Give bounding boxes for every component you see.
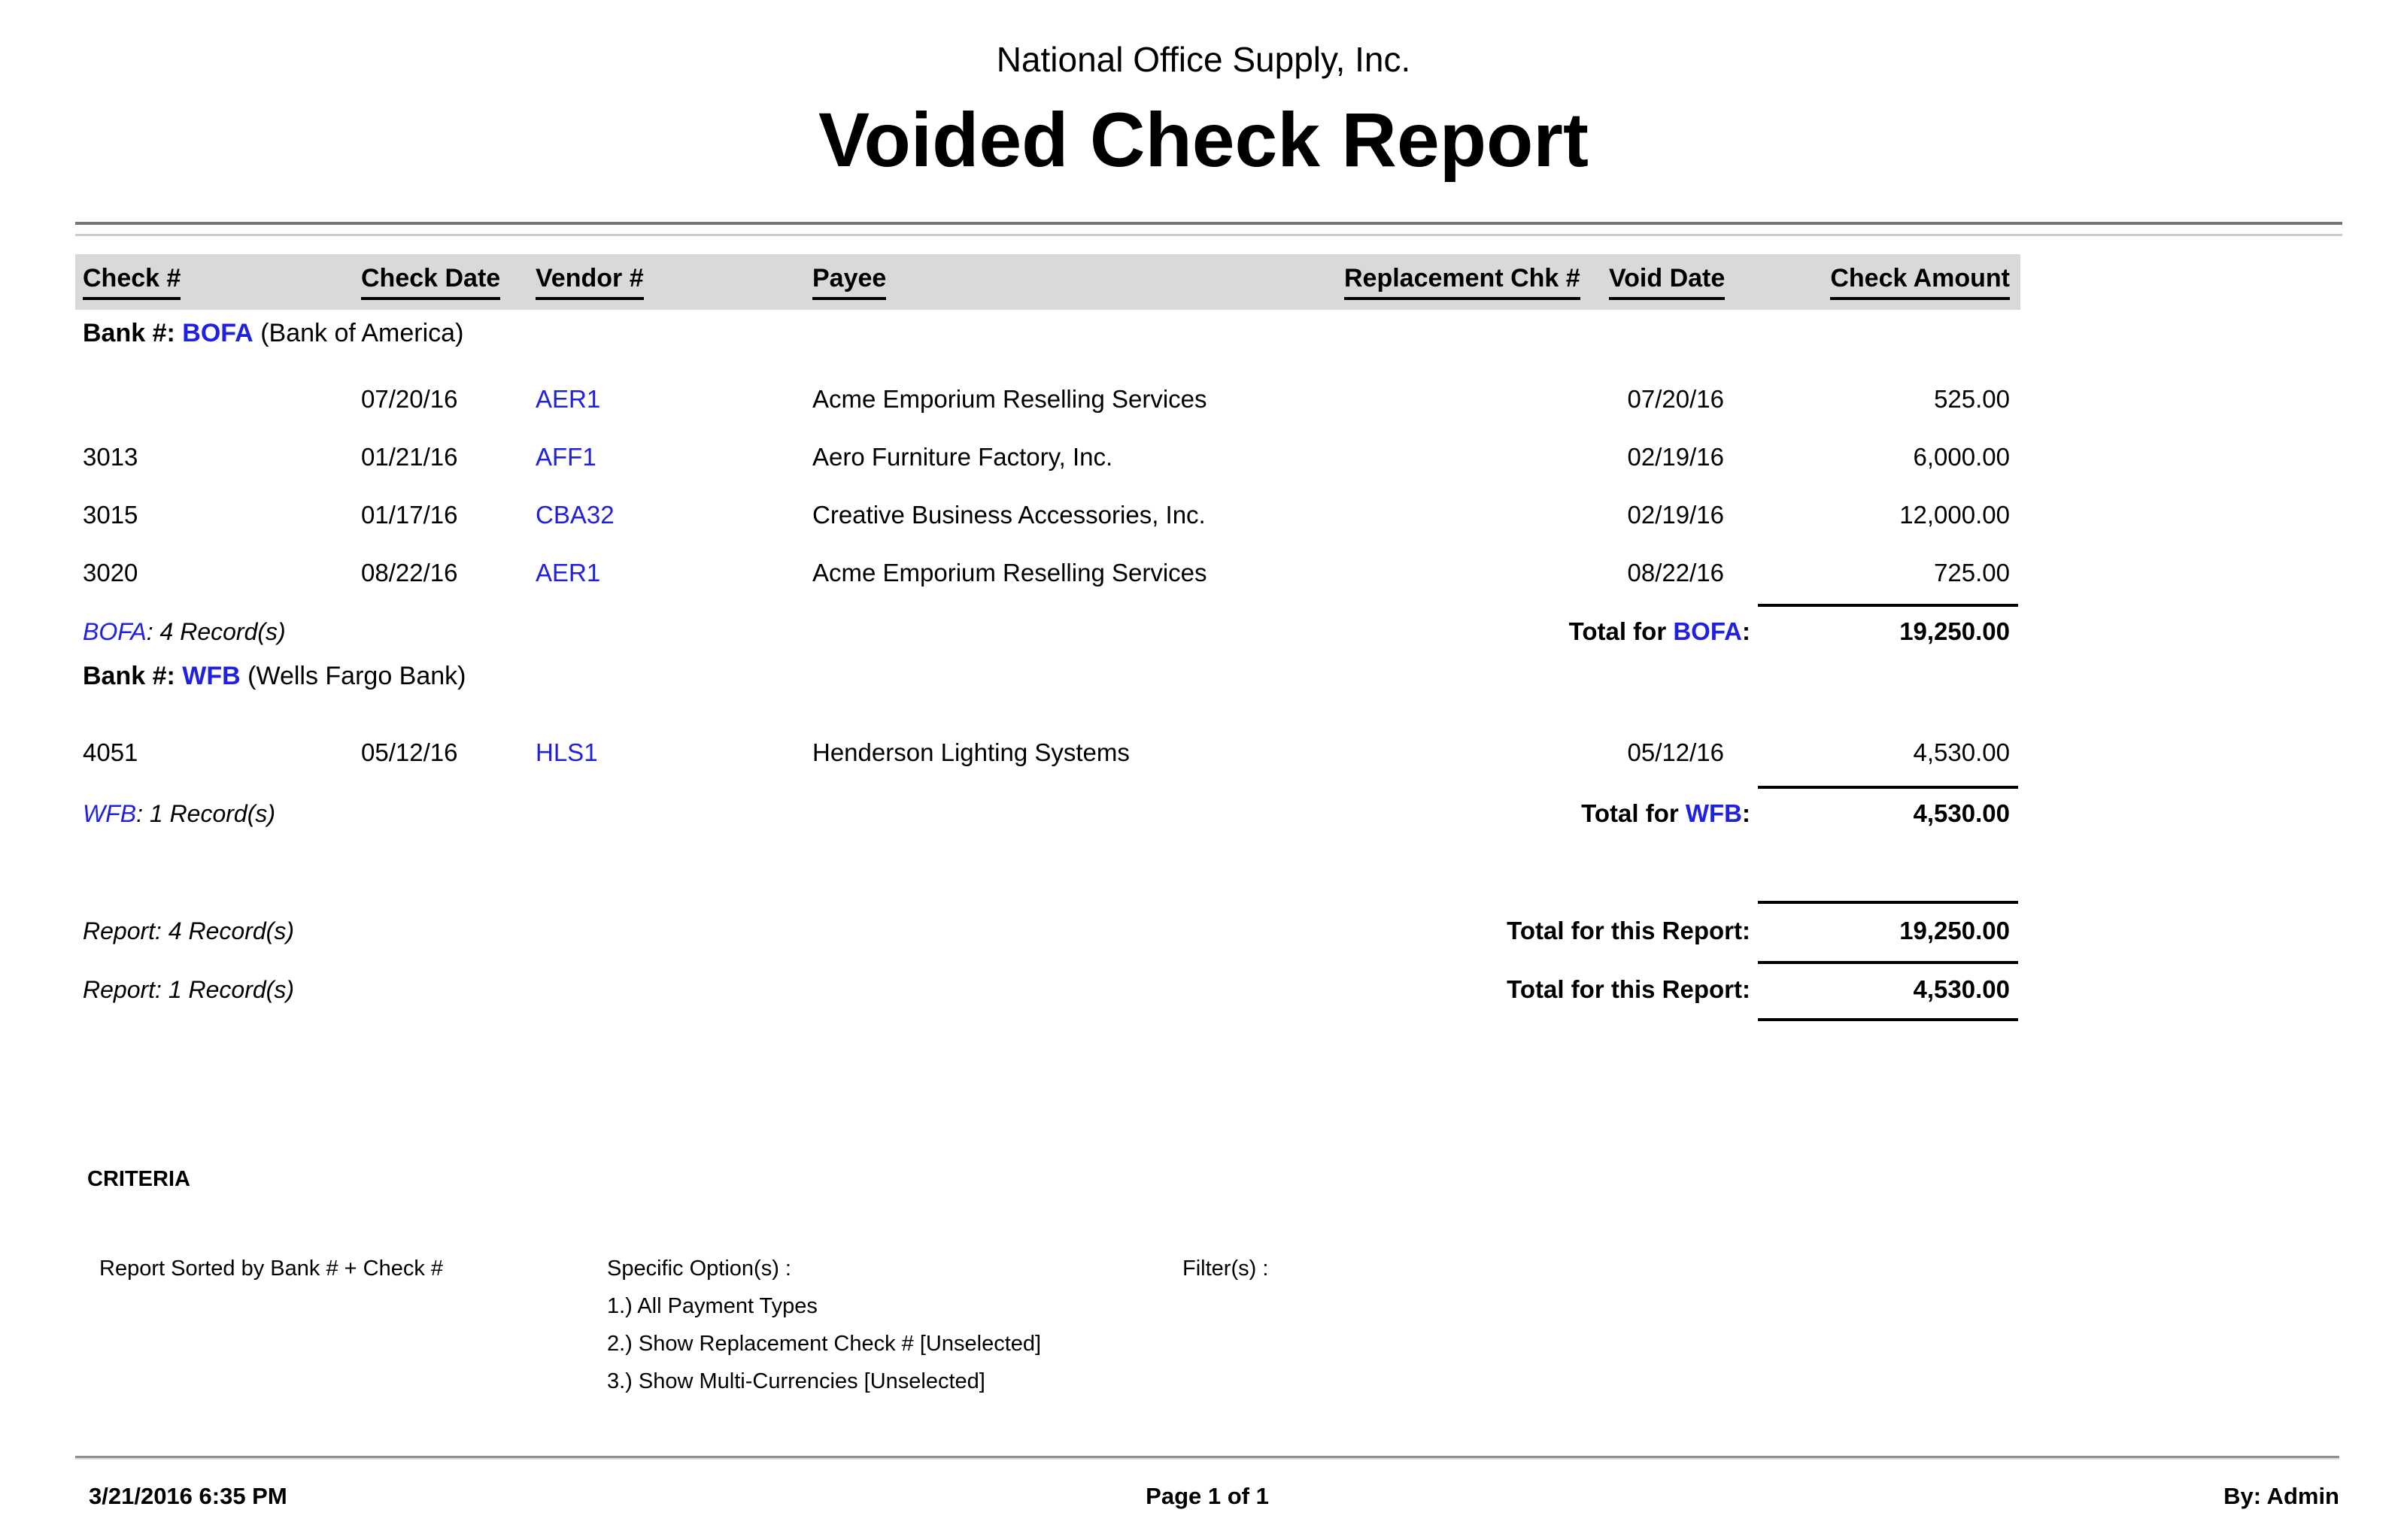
void-date: 05/12/16 xyxy=(1609,738,1738,767)
report-record-count: Report: 1 Record(s) xyxy=(75,976,1374,1004)
column-header-check-date: Check Date xyxy=(361,264,536,300)
page-number: Page 1 of 1 xyxy=(75,1483,2339,1510)
bank-record-count: WFB: 1 Record(s) xyxy=(75,800,1374,828)
vendor-code-link[interactable]: AFF1 xyxy=(536,443,812,471)
criteria-heading: CRITERIA xyxy=(87,1167,190,1192)
printed-by: By: Admin xyxy=(2223,1483,2339,1510)
bank-group-header-bofa: Bank #: BOFA (Bank of America) xyxy=(83,319,463,348)
check-amount: 725.00 xyxy=(1738,559,2020,587)
column-header-void-date: Void Date xyxy=(1609,264,1738,300)
bank-bofa-rows: 07/20/16 AER1 Acme Emporium Reselling Se… xyxy=(75,370,2020,602)
footer: 3/21/2016 6:35 PM Page 1 of 1 By: Admin xyxy=(75,1483,2339,1516)
report-total-label: Total for this Report: xyxy=(1374,975,1750,1004)
check-amount: 4,530.00 xyxy=(1738,738,2020,767)
bank-record-count: BOFA: 4 Record(s) xyxy=(75,618,1374,646)
report-total-amount: 19,250.00 xyxy=(1750,917,2020,945)
column-header-vendor: Vendor # xyxy=(536,264,812,300)
column-header-payee: Payee xyxy=(812,264,1344,300)
bank-total-row-wfb: WFB: 1 Record(s) Total for WFB: 4,530.00 xyxy=(75,787,2020,840)
check-number: 3020 xyxy=(83,559,361,587)
vendor-code-link[interactable]: CBA32 xyxy=(536,501,812,529)
vendor-code-link[interactable]: AER1 xyxy=(536,559,812,587)
check-amount: 6,000.00 xyxy=(1738,443,2020,471)
check-number: 4051 xyxy=(83,738,361,767)
column-header-check: Check # xyxy=(83,264,361,300)
table-row: 3020 08/22/16 AER1 Acme Emporium Reselli… xyxy=(75,544,2020,602)
check-date: 01/21/16 xyxy=(361,443,536,471)
criteria-filters-label: Filter(s) : xyxy=(1182,1250,1268,1400)
criteria-option: 1.) All Payment Types xyxy=(607,1287,1182,1325)
bank-total-label: Total for BOFA: xyxy=(1374,617,1750,646)
report-total-rule-top xyxy=(1758,901,2018,904)
criteria-section: Report Sorted by Bank # + Check # Specif… xyxy=(99,1250,1268,1400)
report-total-row: Report: 4 Record(s) Total for this Repor… xyxy=(75,905,2020,957)
vendor-code-link[interactable]: AER1 xyxy=(536,385,812,414)
check-date: 01/17/16 xyxy=(361,501,536,529)
check-number: 3013 xyxy=(83,443,361,471)
bank-name: (Wells Fargo Bank) xyxy=(247,662,466,690)
bank-code: BOFA xyxy=(83,618,147,645)
check-amount: 525.00 xyxy=(1738,385,2020,414)
report-page: National Office Supply, Inc. Voided Chec… xyxy=(0,0,2407,1540)
footer-separator-light xyxy=(75,1458,2339,1460)
criteria-option: 3.) Show Multi-Currencies [Unselected] xyxy=(607,1363,1182,1400)
report-record-count: Report: 4 Record(s) xyxy=(75,917,1374,945)
bank-total-label: Total for WFB: xyxy=(1374,799,1750,828)
payee: Henderson Lighting Systems xyxy=(812,738,1344,767)
bank-number-label: Bank #: xyxy=(83,319,175,347)
page-title: Voided Check Report xyxy=(0,96,2407,184)
check-date: 08/22/16 xyxy=(361,559,536,587)
table-row: 07/20/16 AER1 Acme Emporium Reselling Se… xyxy=(75,370,2020,428)
criteria-options: Specific Option(s) : 1.) All Payment Typ… xyxy=(607,1250,1182,1400)
table-row: 3015 01/17/16 CBA32 Creative Business Ac… xyxy=(75,486,2020,544)
bank-name: (Bank of America) xyxy=(260,319,463,347)
criteria-option: 2.) Show Replacement Check # [Unselected… xyxy=(607,1325,1182,1363)
payee: Aero Furniture Factory, Inc. xyxy=(812,443,1344,471)
criteria-options-label: Specific Option(s) : xyxy=(607,1250,1182,1287)
bank-total-row-bofa: BOFA: 4 Record(s) Total for BOFA: 19,250… xyxy=(75,605,2020,658)
check-number: 3015 xyxy=(83,501,361,529)
report-total-amount: 4,530.00 xyxy=(1750,975,2020,1004)
check-amount: 12,000.00 xyxy=(1738,501,2020,529)
payee: Creative Business Accessories, Inc. xyxy=(812,501,1344,529)
void-date: 02/19/16 xyxy=(1609,443,1738,471)
company-name: National Office Supply, Inc. xyxy=(0,39,2407,80)
bank-group-header-wfb: Bank #: WFB (Wells Fargo Bank) xyxy=(83,662,466,691)
void-date: 08/22/16 xyxy=(1609,559,1738,587)
payee: Acme Emporium Reselling Services xyxy=(812,385,1344,414)
table-row: 3013 01/21/16 AFF1 Aero Furniture Factor… xyxy=(75,428,2020,486)
bank-wfb-rows: 4051 05/12/16 HLS1 Henderson Lighting Sy… xyxy=(75,723,2020,781)
vendor-code-link[interactable]: HLS1 xyxy=(536,738,812,767)
bank-number-label: Bank #: xyxy=(83,662,175,690)
check-date: 07/20/16 xyxy=(361,385,536,414)
payee: Acme Emporium Reselling Services xyxy=(812,559,1344,587)
report-total-rule-bottom xyxy=(1758,1018,2018,1021)
bank-code: WFB xyxy=(83,800,136,827)
table-row: 4051 05/12/16 HLS1 Henderson Lighting Sy… xyxy=(75,723,2020,781)
void-date: 02/19/16 xyxy=(1609,501,1738,529)
report-total-row: Report: 1 Record(s) Total for this Repor… xyxy=(75,963,2020,1016)
criteria-sort-order: Report Sorted by Bank # + Check # xyxy=(99,1250,607,1400)
table-header-row: Check # Check Date Vendor # Payee Replac… xyxy=(75,254,2020,310)
report-total-label: Total for this Report: xyxy=(1374,917,1750,945)
title-separator-light xyxy=(75,234,2342,236)
bank-code-link[interactable]: WFB xyxy=(182,662,240,690)
bank-code-link[interactable]: BOFA xyxy=(182,319,253,347)
check-date: 05/12/16 xyxy=(361,738,536,767)
title-separator-dark xyxy=(75,222,2342,225)
column-header-replacement: Replacement Chk # xyxy=(1344,264,1609,300)
bank-total-amount: 19,250.00 xyxy=(1750,617,2020,646)
void-date: 07/20/16 xyxy=(1609,385,1738,414)
bank-total-amount: 4,530.00 xyxy=(1750,799,2020,828)
column-header-amount: Check Amount xyxy=(1738,264,2020,300)
